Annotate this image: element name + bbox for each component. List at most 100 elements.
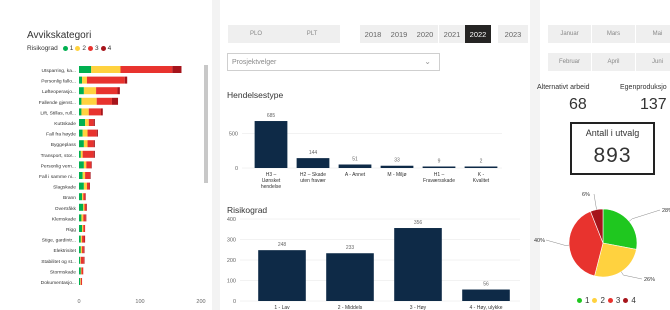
data-label: 2	[480, 159, 483, 165]
category-label: Stige, gardintr...	[42, 238, 76, 244]
month-button-mai[interactable]: Mai	[636, 25, 670, 43]
bar	[464, 166, 498, 168]
bar	[462, 289, 510, 301]
category-label: Personlig fallo...	[41, 79, 76, 85]
bar-segment	[79, 278, 81, 285]
category-label: Brann	[63, 195, 76, 201]
bar-segment	[80, 267, 82, 275]
bar-segment	[85, 193, 86, 201]
bar-segment	[93, 140, 95, 148]
month-button-februar[interactable]: Februar	[548, 53, 591, 71]
month-button-april[interactable]: April	[592, 53, 635, 71]
kpi-egenproduksjon-value: 137	[640, 96, 667, 113]
pie-legend-label: 1	[585, 296, 590, 305]
bar	[394, 228, 442, 301]
chevron-down-icon: ⌄	[424, 57, 431, 66]
category-label: 4 - Høy, ulykke	[470, 305, 503, 310]
plo-button[interactable]: PLO	[228, 25, 284, 43]
pie-legend-dot	[577, 298, 582, 303]
plt-button[interactable]: PLT	[284, 25, 340, 43]
bar-segment	[88, 119, 94, 126]
bar-segment	[86, 203, 87, 211]
bar-segment	[82, 225, 84, 232]
data-label: 685	[267, 113, 276, 119]
category-label: 2 - Middels	[338, 305, 363, 310]
bar-segment	[84, 235, 86, 243]
pie-legend-label: 4	[631, 296, 636, 305]
bar-segment	[91, 161, 92, 169]
bar-segment	[79, 87, 84, 95]
bar-segment	[83, 140, 88, 148]
category-label: Kvalitet	[473, 178, 490, 184]
year-button-2018[interactable]: 2018	[360, 25, 386, 43]
project-select[interactable]: Prosjektvelger ⌄	[227, 53, 440, 71]
month-button-mars[interactable]: Mars	[592, 25, 635, 43]
antall-card: Antall i utvalg 893	[570, 122, 655, 175]
bar	[338, 164, 372, 168]
month-button-juni[interactable]: Juni	[636, 53, 670, 71]
chart-scrollbar[interactable]	[204, 65, 208, 183]
bar-segment	[82, 246, 84, 254]
category-label: A - Annet	[345, 172, 366, 178]
bar-segment	[79, 76, 83, 84]
separator	[212, 0, 220, 310]
bar-segment	[79, 172, 83, 179]
bar-segment	[85, 172, 90, 179]
risikograd-pie: 28% 26% 40% 6%	[534, 192, 670, 283]
category-label: Utsparring, ka...	[41, 68, 76, 74]
axis-tick-label: 200	[196, 299, 205, 305]
leader-line	[632, 209, 661, 220]
avvikskategori-chart: Utsparring, ka... Personlig fallo... Løfte…	[39, 66, 206, 305]
year-button-2021[interactable]: 2021	[439, 25, 465, 43]
bar-segment	[79, 129, 83, 137]
bar-segment	[120, 66, 173, 73]
bar	[296, 158, 330, 168]
y-tick-label: 0	[235, 166, 238, 172]
bar-segment	[83, 203, 85, 211]
category-label: Personlig vern...	[41, 163, 76, 169]
bar-segment	[89, 182, 90, 190]
y-tick-label: 0	[233, 299, 236, 305]
bar-segment	[80, 256, 84, 264]
year-button-2023[interactable]: 2023	[498, 25, 528, 43]
bar-segment	[93, 119, 95, 126]
bar-segment	[79, 214, 82, 222]
kpi-egenproduksjon-label: Egenproduksjo	[620, 84, 667, 91]
bar-segment	[80, 150, 83, 158]
bar-segment	[79, 140, 84, 148]
bar-segment	[79, 267, 81, 275]
category-label: Stabilitet og st...	[41, 259, 76, 265]
bar-segment	[83, 246, 85, 254]
category-label: 1 - Lav	[274, 305, 290, 310]
risikograd-chart: 0 100 200 300 400 248 1 - Lav 233 2 - Middels 356…	[227, 217, 520, 310]
bar-segment	[87, 140, 94, 148]
category-label: Fall i samme ni...	[39, 174, 76, 180]
bar-segment	[79, 182, 84, 190]
bar-segment	[85, 119, 89, 126]
category-label: Rigg	[66, 227, 76, 233]
data-label: 51	[352, 157, 358, 163]
category-label: Byggeplass	[51, 142, 77, 148]
pie-legend-label: 3	[615, 296, 621, 305]
bar-segment	[82, 172, 86, 179]
year-button-2022[interactable]: 2022	[465, 25, 491, 43]
bar-segment	[93, 150, 95, 158]
bar-segment	[83, 214, 86, 222]
bar-segment	[82, 129, 88, 137]
bar-segment	[79, 193, 83, 201]
bar-segment	[79, 203, 84, 211]
bar-segment	[86, 182, 90, 190]
bar-segment	[96, 129, 98, 137]
month-button-januar[interactable]: Januar	[548, 25, 591, 43]
bar-segment	[83, 182, 87, 190]
category-label: uten fravær	[300, 178, 326, 184]
leader-line	[595, 205, 597, 210]
bar-segment	[83, 225, 86, 232]
leader-line	[545, 239, 566, 246]
category-label: Klemskade	[52, 216, 76, 222]
pie-label: 28%	[662, 208, 670, 214]
year-button-2020[interactable]: 2020	[412, 25, 438, 43]
y-tick-label: 500	[229, 132, 238, 138]
bar-segment	[82, 235, 85, 243]
year-button-2019[interactable]: 2019	[386, 25, 412, 43]
